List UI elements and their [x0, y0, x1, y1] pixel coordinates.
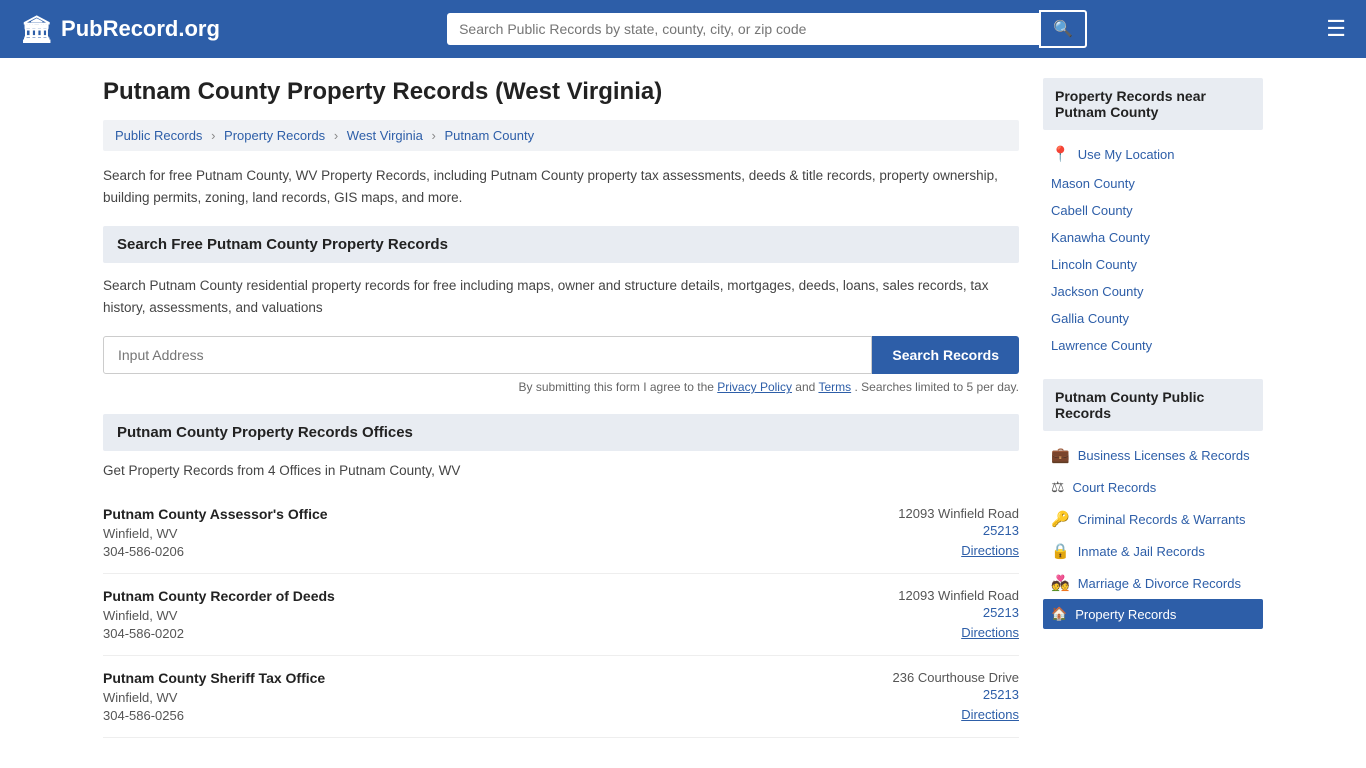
- location-icon: 📍: [1051, 145, 1070, 163]
- office-right-2: 12093 Winfield Road 25213 Directions: [898, 588, 1019, 641]
- header-search-container: 🔍: [447, 10, 1087, 48]
- sidebar-item-criminal[interactable]: 🔑 Criminal Records & Warrants: [1043, 503, 1263, 535]
- office-phone-3: 304-586-0256: [103, 708, 325, 723]
- office-entry-1: Putnam County Assessor's Office Winfield…: [103, 492, 1019, 574]
- search-note-text: By submitting this form I agree to the: [519, 380, 714, 394]
- header-search-input[interactable]: [447, 13, 1039, 45]
- sidebar-property-label: Property Records: [1075, 607, 1176, 622]
- logo-icon: 🏛: [20, 14, 53, 45]
- sidebar-item-gallia[interactable]: Gallia County: [1043, 305, 1263, 332]
- main-container: Putnam County Property Records (West Vir…: [83, 58, 1283, 758]
- offices-section-header: Putnam County Property Records Offices: [103, 414, 1019, 451]
- search-icon: 🔍: [1053, 21, 1073, 38]
- sidebar-business-label: Business Licenses & Records: [1078, 448, 1250, 463]
- breadcrumb-west-virginia[interactable]: West Virginia: [347, 128, 423, 143]
- sidebar-item-property[interactable]: 🏠 Property Records: [1043, 599, 1263, 629]
- sidebar-item-court[interactable]: ⚖ Court Records: [1043, 471, 1263, 503]
- office-right-3: 236 Courthouse Drive 25213 Directions: [893, 670, 1019, 723]
- office-left-2: Putnam County Recorder of Deeds Winfield…: [103, 588, 335, 641]
- inmate-icon: 🔒: [1051, 542, 1070, 560]
- sidebar-item-lincoln[interactable]: Lincoln County: [1043, 251, 1263, 278]
- search-note: By submitting this form I agree to the P…: [103, 380, 1019, 394]
- breadcrumb-public-records[interactable]: Public Records: [115, 128, 202, 143]
- search-description: Search Putnam County residential propert…: [103, 275, 1019, 318]
- search-note-and: and: [795, 380, 815, 394]
- office-address-2: 12093 Winfield Road: [898, 588, 1019, 603]
- business-icon: 💼: [1051, 446, 1070, 464]
- sidebar-item-business[interactable]: 💼 Business Licenses & Records: [1043, 439, 1263, 471]
- office-right-1: 12093 Winfield Road 25213 Directions: [898, 506, 1019, 559]
- site-logo[interactable]: 🏛 PubRecord.org: [20, 14, 220, 45]
- search-section-header: Search Free Putnam County Property Recor…: [103, 226, 1019, 263]
- office-phone-2: 304-586-0202: [103, 626, 335, 641]
- sidebar-item-inmate[interactable]: 🔒 Inmate & Jail Records: [1043, 535, 1263, 567]
- office-address-3: 236 Courthouse Drive: [893, 670, 1019, 685]
- sidebar-item-use-location[interactable]: 📍 Use My Location: [1043, 138, 1263, 170]
- sidebar-marriage-label: Marriage & Divorce Records: [1078, 576, 1241, 591]
- search-records-button[interactable]: Search Records: [872, 336, 1019, 374]
- office-name-1: Putnam County Assessor's Office: [103, 506, 328, 522]
- office-directions-2[interactable]: Directions: [961, 625, 1019, 640]
- site-header: 🏛 PubRecord.org 🔍 ☰: [0, 0, 1366, 58]
- office-zip-1: 25213: [898, 523, 1019, 538]
- sidebar-public-records-title: Putnam County Public Records: [1043, 379, 1263, 431]
- property-icon: 🏠: [1051, 606, 1067, 622]
- sidebar: Property Records near Putnam County 📍 Us…: [1043, 78, 1263, 738]
- address-input[interactable]: [103, 336, 872, 374]
- breadcrumb-sep-1: ›: [211, 128, 215, 143]
- search-form-row: Search Records: [103, 336, 1019, 374]
- sidebar-item-marriage[interactable]: 💑 Marriage & Divorce Records: [1043, 567, 1263, 599]
- page-title: Putnam County Property Records (West Vir…: [103, 78, 1019, 106]
- privacy-policy-link[interactable]: Privacy Policy: [717, 380, 792, 394]
- office-entry-2: Putnam County Recorder of Deeds Winfield…: [103, 574, 1019, 656]
- breadcrumb-sep-2: ›: [334, 128, 338, 143]
- sidebar-criminal-label: Criminal Records & Warrants: [1078, 512, 1246, 527]
- office-city-3: Winfield, WV: [103, 690, 325, 705]
- offices-section: Putnam County Property Records Offices G…: [103, 414, 1019, 738]
- office-zip-2: 25213: [898, 605, 1019, 620]
- breadcrumb-property-records[interactable]: Property Records: [224, 128, 325, 143]
- office-name-3: Putnam County Sheriff Tax Office: [103, 670, 325, 686]
- office-entry-3: Putnam County Sheriff Tax Office Winfiel…: [103, 656, 1019, 738]
- court-icon: ⚖: [1051, 478, 1064, 496]
- breadcrumb-sep-3: ›: [432, 128, 436, 143]
- sidebar-item-cabell[interactable]: Cabell County: [1043, 197, 1263, 224]
- menu-icon[interactable]: ☰: [1326, 16, 1346, 42]
- logo-text: PubRecord.org: [61, 16, 220, 42]
- office-directions-1[interactable]: Directions: [961, 543, 1019, 558]
- sidebar-public-records-section: Putnam County Public Records 💼 Business …: [1043, 379, 1263, 629]
- office-left-1: Putnam County Assessor's Office Winfield…: [103, 506, 328, 559]
- sidebar-item-jackson[interactable]: Jackson County: [1043, 278, 1263, 305]
- office-name-2: Putnam County Recorder of Deeds: [103, 588, 335, 604]
- breadcrumb-putnam-county[interactable]: Putnam County: [444, 128, 534, 143]
- criminal-icon: 🔑: [1051, 510, 1070, 528]
- office-city-2: Winfield, WV: [103, 608, 335, 623]
- office-directions-3[interactable]: Directions: [961, 707, 1019, 722]
- sidebar-item-kanawha[interactable]: Kanawha County: [1043, 224, 1263, 251]
- sidebar-use-location-label: Use My Location: [1078, 147, 1175, 162]
- sidebar-nearby-section: Property Records near Putnam County 📍 Us…: [1043, 78, 1263, 359]
- office-address-1: 12093 Winfield Road: [898, 506, 1019, 521]
- main-content: Putnam County Property Records (West Vir…: [103, 78, 1019, 738]
- search-note-limit: . Searches limited to 5 per day.: [854, 380, 1019, 394]
- sidebar-item-mason[interactable]: Mason County: [1043, 170, 1263, 197]
- page-description: Search for free Putnam County, WV Proper…: [103, 165, 1019, 208]
- marriage-icon: 💑: [1051, 574, 1070, 592]
- sidebar-court-label: Court Records: [1072, 480, 1156, 495]
- sidebar-item-lawrence[interactable]: Lawrence County: [1043, 332, 1263, 359]
- sidebar-inmate-label: Inmate & Jail Records: [1078, 544, 1205, 559]
- header-search-button[interactable]: 🔍: [1039, 10, 1087, 48]
- breadcrumb: Public Records › Property Records › West…: [103, 120, 1019, 151]
- office-zip-3: 25213: [893, 687, 1019, 702]
- office-phone-1: 304-586-0206: [103, 544, 328, 559]
- office-left-3: Putnam County Sheriff Tax Office Winfiel…: [103, 670, 325, 723]
- property-search-form: Search Records By submitting this form I…: [103, 336, 1019, 394]
- office-city-1: Winfield, WV: [103, 526, 328, 541]
- terms-link[interactable]: Terms: [818, 380, 851, 394]
- sidebar-nearby-title: Property Records near Putnam County: [1043, 78, 1263, 130]
- offices-intro: Get Property Records from 4 Offices in P…: [103, 463, 1019, 478]
